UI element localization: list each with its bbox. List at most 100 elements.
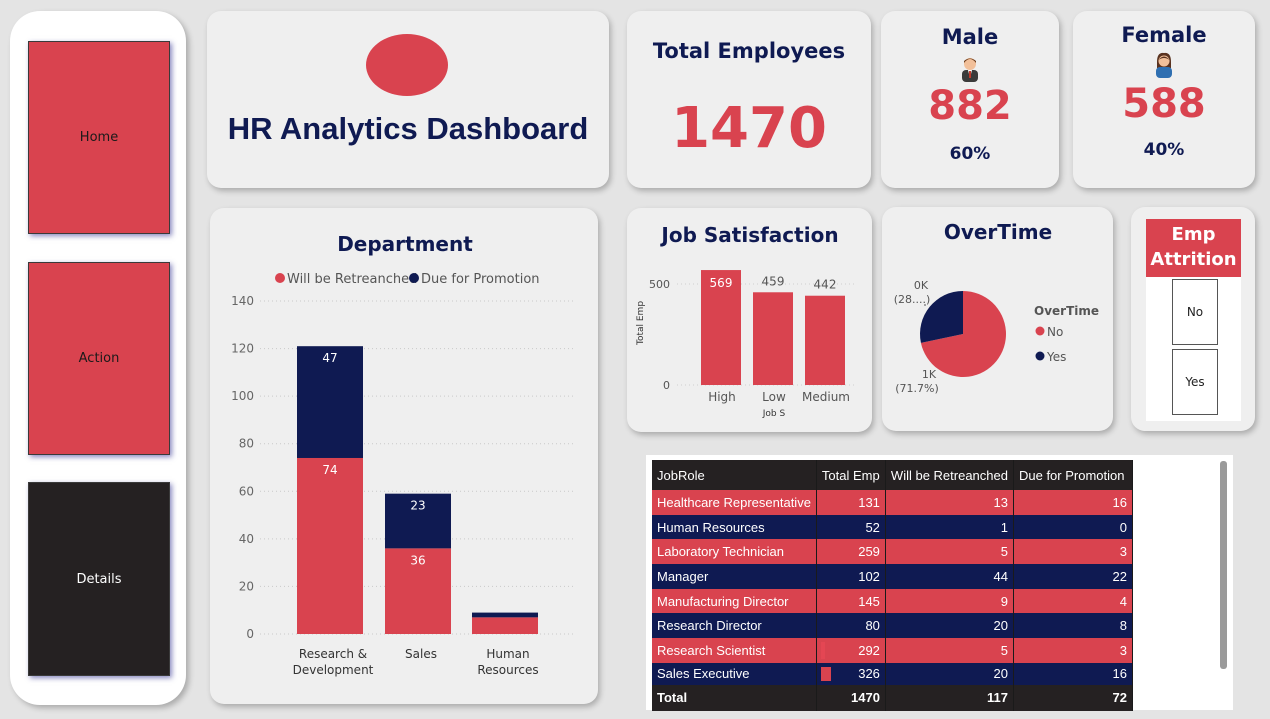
y-tick-label: 20 [239, 579, 254, 593]
jobrole-cell: Manufacturing Director [652, 588, 817, 614]
jobrole-table: JobRole Total Emp Will be Retreanched Du… [652, 460, 1133, 711]
bar-data-label: 47 [322, 351, 337, 365]
total-emp-cell: 292 [816, 638, 886, 663]
overtime-chart: OverTime 0K (28....) 1K (71.7%) OverTime… [894, 220, 1099, 395]
total-label: Total [652, 684, 817, 711]
legend-promotion-marker [409, 273, 419, 283]
column-header-retrenched[interactable]: Will be Retreanched [885, 460, 1014, 490]
y-tick-label: 140 [231, 294, 254, 308]
x-tick-label: Research & [299, 647, 367, 661]
female-card: Female 588 40% [1073, 11, 1255, 188]
total-employees-label: Total Employees [652, 39, 846, 63]
table-row[interactable]: Manufacturing Director 145 9 4 [652, 588, 1133, 614]
legend-promotion-label[interactable]: Due for Promotion [421, 272, 540, 287]
x-tick-label: Low [762, 390, 786, 404]
bar-data-label: 459 [762, 274, 785, 288]
bar-data-label: 36 [410, 553, 425, 567]
overtime-legend-no-marker [1035, 326, 1045, 336]
attrition-option-yes[interactable]: Yes [1172, 349, 1218, 415]
retrenched-cell: 13 [885, 490, 1014, 515]
male-person-icon [962, 58, 978, 82]
x-tick-label: Medium [802, 390, 850, 404]
male-label: Male [941, 25, 999, 49]
promotion-cell: 16 [1013, 490, 1133, 515]
y-tick-label: 80 [239, 437, 254, 451]
bar-segment[interactable] [472, 617, 538, 634]
total-employees-card: Total Employees 1470 [627, 11, 871, 188]
total-retrenched: 117 [885, 684, 1014, 711]
attrition-option-no[interactable]: No [1172, 279, 1218, 345]
legend-retrench-label[interactable]: Will be Retreanched [287, 272, 417, 287]
overtime-legend-no[interactable]: No [1047, 325, 1063, 339]
male-value: 882 [928, 83, 1012, 129]
legend-retrench-marker [275, 273, 285, 283]
column-header-total-emp[interactable]: Total Emp [816, 460, 886, 490]
column-header-jobrole[interactable]: JobRole [652, 460, 817, 490]
total-employees-value: 1470 [671, 96, 827, 161]
bar-data-label: 442 [814, 278, 837, 292]
bar[interactable] [805, 295, 845, 385]
title-card: HR Analytics Dashboard [207, 11, 609, 188]
table-row[interactable]: Sales Executive 326 20 16 [652, 662, 1133, 685]
department-chart: Department Will be Retreanched Due for P… [231, 232, 575, 677]
overtime-yes-value: 0K [914, 279, 929, 292]
data-bar [820, 642, 825, 659]
total-emp-cell: 52 [816, 514, 886, 540]
bar-segment[interactable] [297, 457, 363, 634]
y-tick-label: 100 [231, 389, 254, 403]
attrition-slicer: No Yes [1146, 277, 1241, 421]
jobrole-cell: Sales Executive [652, 662, 817, 685]
department-title: Department [337, 232, 473, 256]
logo [366, 34, 448, 96]
total-promotion: 72 [1013, 684, 1133, 711]
action-button[interactable]: Action [28, 262, 170, 455]
table-row[interactable]: Research Director 80 20 8 [652, 613, 1133, 639]
jobrole-cell: Research Scientist [652, 638, 817, 663]
bar-data-label: 74 [322, 463, 337, 477]
y-tick-label: 40 [239, 532, 254, 546]
bar-segment[interactable] [472, 612, 538, 618]
promotion-cell: 3 [1013, 539, 1133, 565]
jobrole-cell: Research Director [652, 613, 817, 639]
attrition-title-line2: Attrition [1150, 249, 1237, 270]
bar-data-label: 569 [710, 276, 733, 290]
retrenched-cell: 1 [885, 514, 1014, 540]
table-row[interactable]: Research Scientist 292 5 3 [652, 638, 1133, 663]
x-tick-label: Sales [405, 647, 437, 661]
female-value: 588 [1122, 81, 1206, 127]
home-button[interactable]: Home [28, 41, 170, 234]
y-tick-label: 60 [239, 484, 254, 498]
overtime-legend-yes-marker [1035, 351, 1045, 361]
table-row[interactable]: Laboratory Technician 259 5 3 [652, 539, 1133, 565]
retrenched-cell: 5 [885, 539, 1014, 565]
details-button[interactable]: Details [28, 482, 170, 676]
attrition-title-line1: Emp [1171, 224, 1216, 245]
male-pct: 60% [949, 144, 991, 164]
job-ylabel: Total Emp [636, 301, 646, 346]
female-pct: 40% [1143, 140, 1185, 160]
y-tick-label: 0 [663, 379, 670, 392]
overtime-card: OverTime 0K (28....) 1K (71.7%) OverTime… [882, 207, 1113, 431]
y-tick-label: 120 [231, 342, 254, 356]
table-row[interactable]: Human Resources 52 1 0 [652, 514, 1133, 540]
x-tick-label: Resources [477, 663, 538, 677]
column-header-promotion[interactable]: Due for Promotion [1013, 460, 1133, 490]
overtime-legend-yes[interactable]: Yes [1046, 350, 1066, 364]
jobrole-cell: Laboratory Technician [652, 539, 817, 565]
jobrole-cell: Human Resources [652, 514, 817, 540]
attrition-title: Emp Attrition [1146, 219, 1241, 277]
overtime-no-value: 1K [922, 368, 937, 381]
table-row[interactable]: Healthcare Representative 131 13 16 [652, 490, 1133, 515]
table-total-row: Total 1470 117 72 [652, 684, 1133, 711]
bar[interactable] [753, 292, 793, 385]
table-scrollbar[interactable] [1220, 461, 1227, 669]
total-emp-cell: 259 [816, 539, 886, 565]
y-tick-label: 500 [649, 278, 670, 291]
x-tick-label: Human [486, 647, 529, 661]
jobrole-cell: Healthcare Representative [652, 490, 817, 515]
promotion-cell: 0 [1013, 514, 1133, 540]
job-satisfaction-card: Job Satisfaction Total Emp Job S 0 500 569… [627, 208, 872, 432]
table-row[interactable]: Manager 102 44 22 [652, 564, 1133, 589]
retrenched-cell: 20 [885, 613, 1014, 639]
female-person-icon [1156, 52, 1172, 78]
